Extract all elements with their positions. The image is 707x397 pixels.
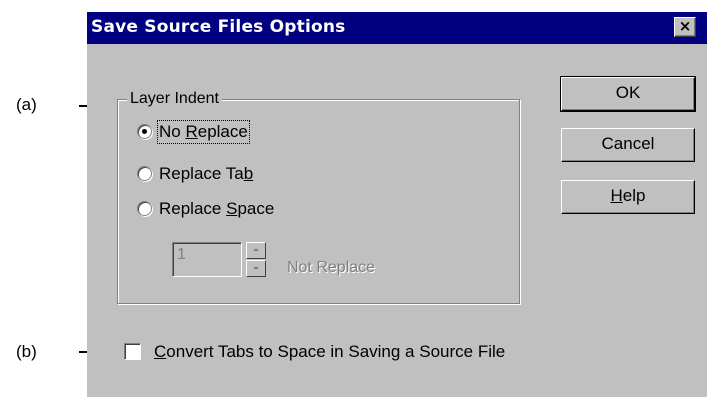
dialog-title: Save Source Files Options bbox=[91, 17, 346, 37]
convert-tabs-label[interactable]: Convert Tabs to Space in Saving a Source… bbox=[154, 342, 505, 362]
radio-button[interactable] bbox=[137, 201, 152, 216]
title-bar[interactable]: Save Source Files Options × bbox=[87, 12, 707, 44]
spin-up-icon bbox=[253, 248, 259, 251]
spin-up-button[interactable] bbox=[246, 242, 266, 259]
ok-button[interactable]: OK bbox=[560, 76, 696, 112]
close-icon: × bbox=[678, 17, 692, 35]
radio-no-replace[interactable]: No Replace bbox=[137, 120, 357, 144]
radio-button[interactable] bbox=[137, 124, 152, 139]
save-source-files-options-dialog: Save Source Files Options × Layer Indent… bbox=[87, 12, 707, 397]
radio-replace-space[interactable]: Replace Space bbox=[137, 199, 357, 221]
cancel-button[interactable]: Cancel bbox=[561, 128, 695, 162]
spin-down-button[interactable] bbox=[246, 260, 266, 277]
radio-button[interactable] bbox=[137, 166, 152, 181]
indent-spin-input[interactable]: 1 bbox=[172, 242, 242, 277]
radio-selected-dot bbox=[142, 129, 147, 134]
spin-unit-label: Not Replace bbox=[287, 259, 376, 276]
radio-replace-tab[interactable]: Replace Tab bbox=[137, 164, 357, 186]
layer-indent-legend: Layer Indent bbox=[127, 90, 222, 108]
close-button[interactable]: × bbox=[674, 17, 696, 37]
callout-b-label: (b) bbox=[16, 342, 37, 361]
spin-down-icon bbox=[253, 267, 259, 270]
callout-a-label: (a) bbox=[16, 95, 37, 114]
radio-no-replace-label[interactable]: No Replace bbox=[157, 120, 250, 144]
radio-replace-space-label[interactable]: Replace Space bbox=[159, 199, 274, 219]
radio-replace-tab-label[interactable]: Replace Tab bbox=[159, 164, 253, 184]
convert-tabs-checkbox[interactable] bbox=[124, 343, 141, 360]
help-button[interactable]: Help bbox=[561, 180, 695, 214]
